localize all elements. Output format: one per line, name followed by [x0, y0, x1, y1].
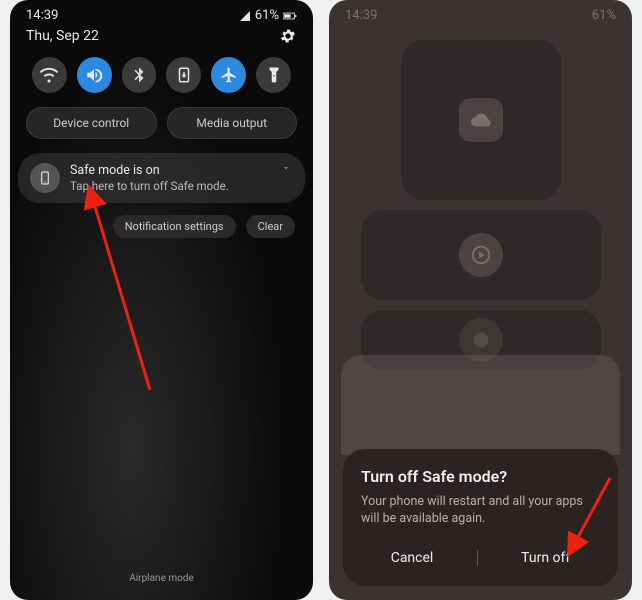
notification-text: Safe mode is on Tap here to turn off Saf… [70, 163, 293, 193]
dialog-body: Your phone will restart and all your app… [361, 494, 600, 528]
dialog-separator [477, 550, 478, 566]
notification-subtitle: Tap here to turn off Safe mode. [70, 179, 293, 193]
media-output-button[interactable]: Media output [167, 107, 298, 139]
rotation-lock-icon [175, 66, 193, 84]
notification-title: Safe mode is on [70, 163, 293, 178]
safe-mode-notification[interactable]: Safe mode is on Tap here to turn off Saf… [18, 153, 305, 203]
background-tile-1 [401, 40, 561, 200]
qs-sound[interactable] [77, 57, 112, 93]
quick-pills-row: Device control Media output [10, 101, 313, 149]
status-time: 14:39 [26, 8, 58, 23]
qs-flashlight[interactable] [256, 57, 291, 93]
status-time-dim: 14:39 [345, 8, 377, 23]
bluetooth-icon [130, 66, 148, 84]
qs-rotation-lock[interactable] [166, 57, 201, 93]
settings-icon[interactable] [279, 27, 297, 45]
date-text: Thu, Sep 22 [26, 28, 99, 44]
device-control-button[interactable]: Device control [26, 107, 157, 139]
notification-actions-row: Notification settings Clear [10, 207, 313, 238]
left-screenshot: 14:39 61% Thu, Sep 22 Device contr [10, 0, 313, 600]
battery-pct-dim: 61% [592, 8, 616, 23]
play-icon [459, 233, 503, 277]
quick-settings-row [10, 53, 313, 101]
notification-settings-button[interactable]: Notification settings [113, 215, 236, 238]
turn-off-button[interactable]: Turn off [505, 544, 586, 572]
date-row: Thu, Sep 22 [10, 23, 313, 53]
sheet-backdrop [341, 355, 620, 455]
background-tile-2 [361, 210, 601, 300]
qs-wifi[interactable] [32, 57, 67, 93]
sound-icon [85, 66, 103, 84]
dialog-title: Turn off Safe mode? [361, 467, 600, 486]
weather-icon [459, 98, 503, 142]
wifi-icon [40, 66, 58, 84]
clear-button[interactable]: Clear [246, 215, 295, 238]
airplane-icon [220, 66, 238, 84]
cancel-button[interactable]: Cancel [375, 544, 450, 572]
annotation-arrow [70, 170, 170, 400]
status-right-dim: 61% [592, 8, 616, 23]
status-right: 61% [239, 8, 297, 23]
footer-mode-label: Airplane mode [10, 573, 313, 584]
battery-pct: 61% [255, 8, 279, 23]
status-bar: 14:39 61% [10, 0, 313, 23]
phone-icon [30, 163, 60, 193]
status-bar-dimmed: 14:39 61% [329, 0, 632, 31]
dialog-actions: Cancel Turn off [361, 544, 600, 578]
qs-airplane[interactable] [211, 57, 246, 93]
turn-off-safe-mode-dialog: Turn off Safe mode? Your phone will rest… [343, 449, 618, 586]
flashlight-icon [265, 66, 283, 84]
right-screenshot: 14:39 61% Turn off Safe mode? Your phone… [329, 0, 632, 600]
battery-icon [283, 11, 297, 21]
qs-bluetooth[interactable] [122, 57, 157, 93]
chevron-down-icon [281, 163, 291, 173]
signal-icon [239, 10, 251, 22]
